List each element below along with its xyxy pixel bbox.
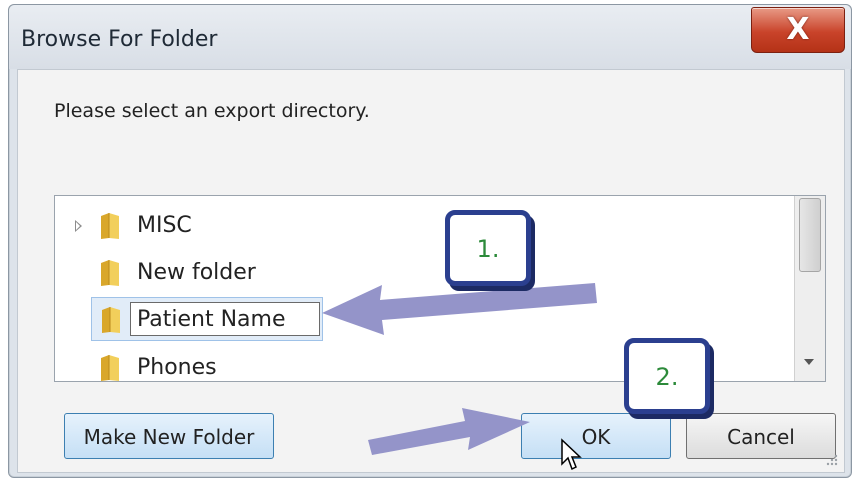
close-button[interactable]: X [751, 7, 845, 53]
tree-item-new-folder[interactable]: New folder [55, 251, 795, 295]
tree-item-label: New folder [137, 260, 256, 285]
close-icon: X [786, 12, 810, 47]
step-1-label: 1. [476, 235, 500, 263]
tree-item-label: Phones [137, 355, 217, 380]
tree-item-misc[interactable]: MISC [55, 204, 795, 248]
mouse-cursor-icon [561, 438, 582, 471]
cancel-button[interactable]: Cancel [686, 413, 836, 459]
make-new-folder-label: Make New Folder [83, 425, 255, 449]
tree-item-label: MISC [137, 213, 192, 238]
step-2-label: 2. [655, 363, 679, 391]
window-title: Browse For Folder [21, 27, 218, 52]
titlebar: Browse For Folder X [9, 5, 851, 69]
cancel-label: Cancel [727, 425, 795, 449]
resize-grip-icon[interactable] [824, 452, 838, 466]
scroll-down-arrow-icon[interactable] [804, 359, 814, 365]
expand-arrow-icon[interactable] [75, 220, 82, 232]
folder-icon [101, 260, 119, 286]
folder-icon [102, 307, 120, 333]
tree-scrollbar[interactable] [794, 196, 825, 381]
browse-for-folder-dialog: Browse For Folder X Please select an exp… [8, 4, 852, 478]
dialog-body: Please select an export directory. MISC [17, 69, 845, 473]
folder-tree[interactable]: MISC New folder Patient Name Phones [54, 195, 826, 382]
ok-label: OK [581, 425, 611, 449]
prompt-text: Please select an export directory. [54, 100, 370, 122]
ok-button[interactable]: OK [521, 413, 671, 459]
folder-icon [101, 213, 119, 239]
step-1-callout: 1. [445, 210, 531, 286]
folder-icon [101, 355, 119, 381]
step-2-callout: 2. [624, 338, 710, 414]
make-new-folder-button[interactable]: Make New Folder [64, 413, 274, 459]
scrollbar-thumb[interactable] [799, 198, 821, 272]
rename-folder-input[interactable] [130, 302, 320, 336]
